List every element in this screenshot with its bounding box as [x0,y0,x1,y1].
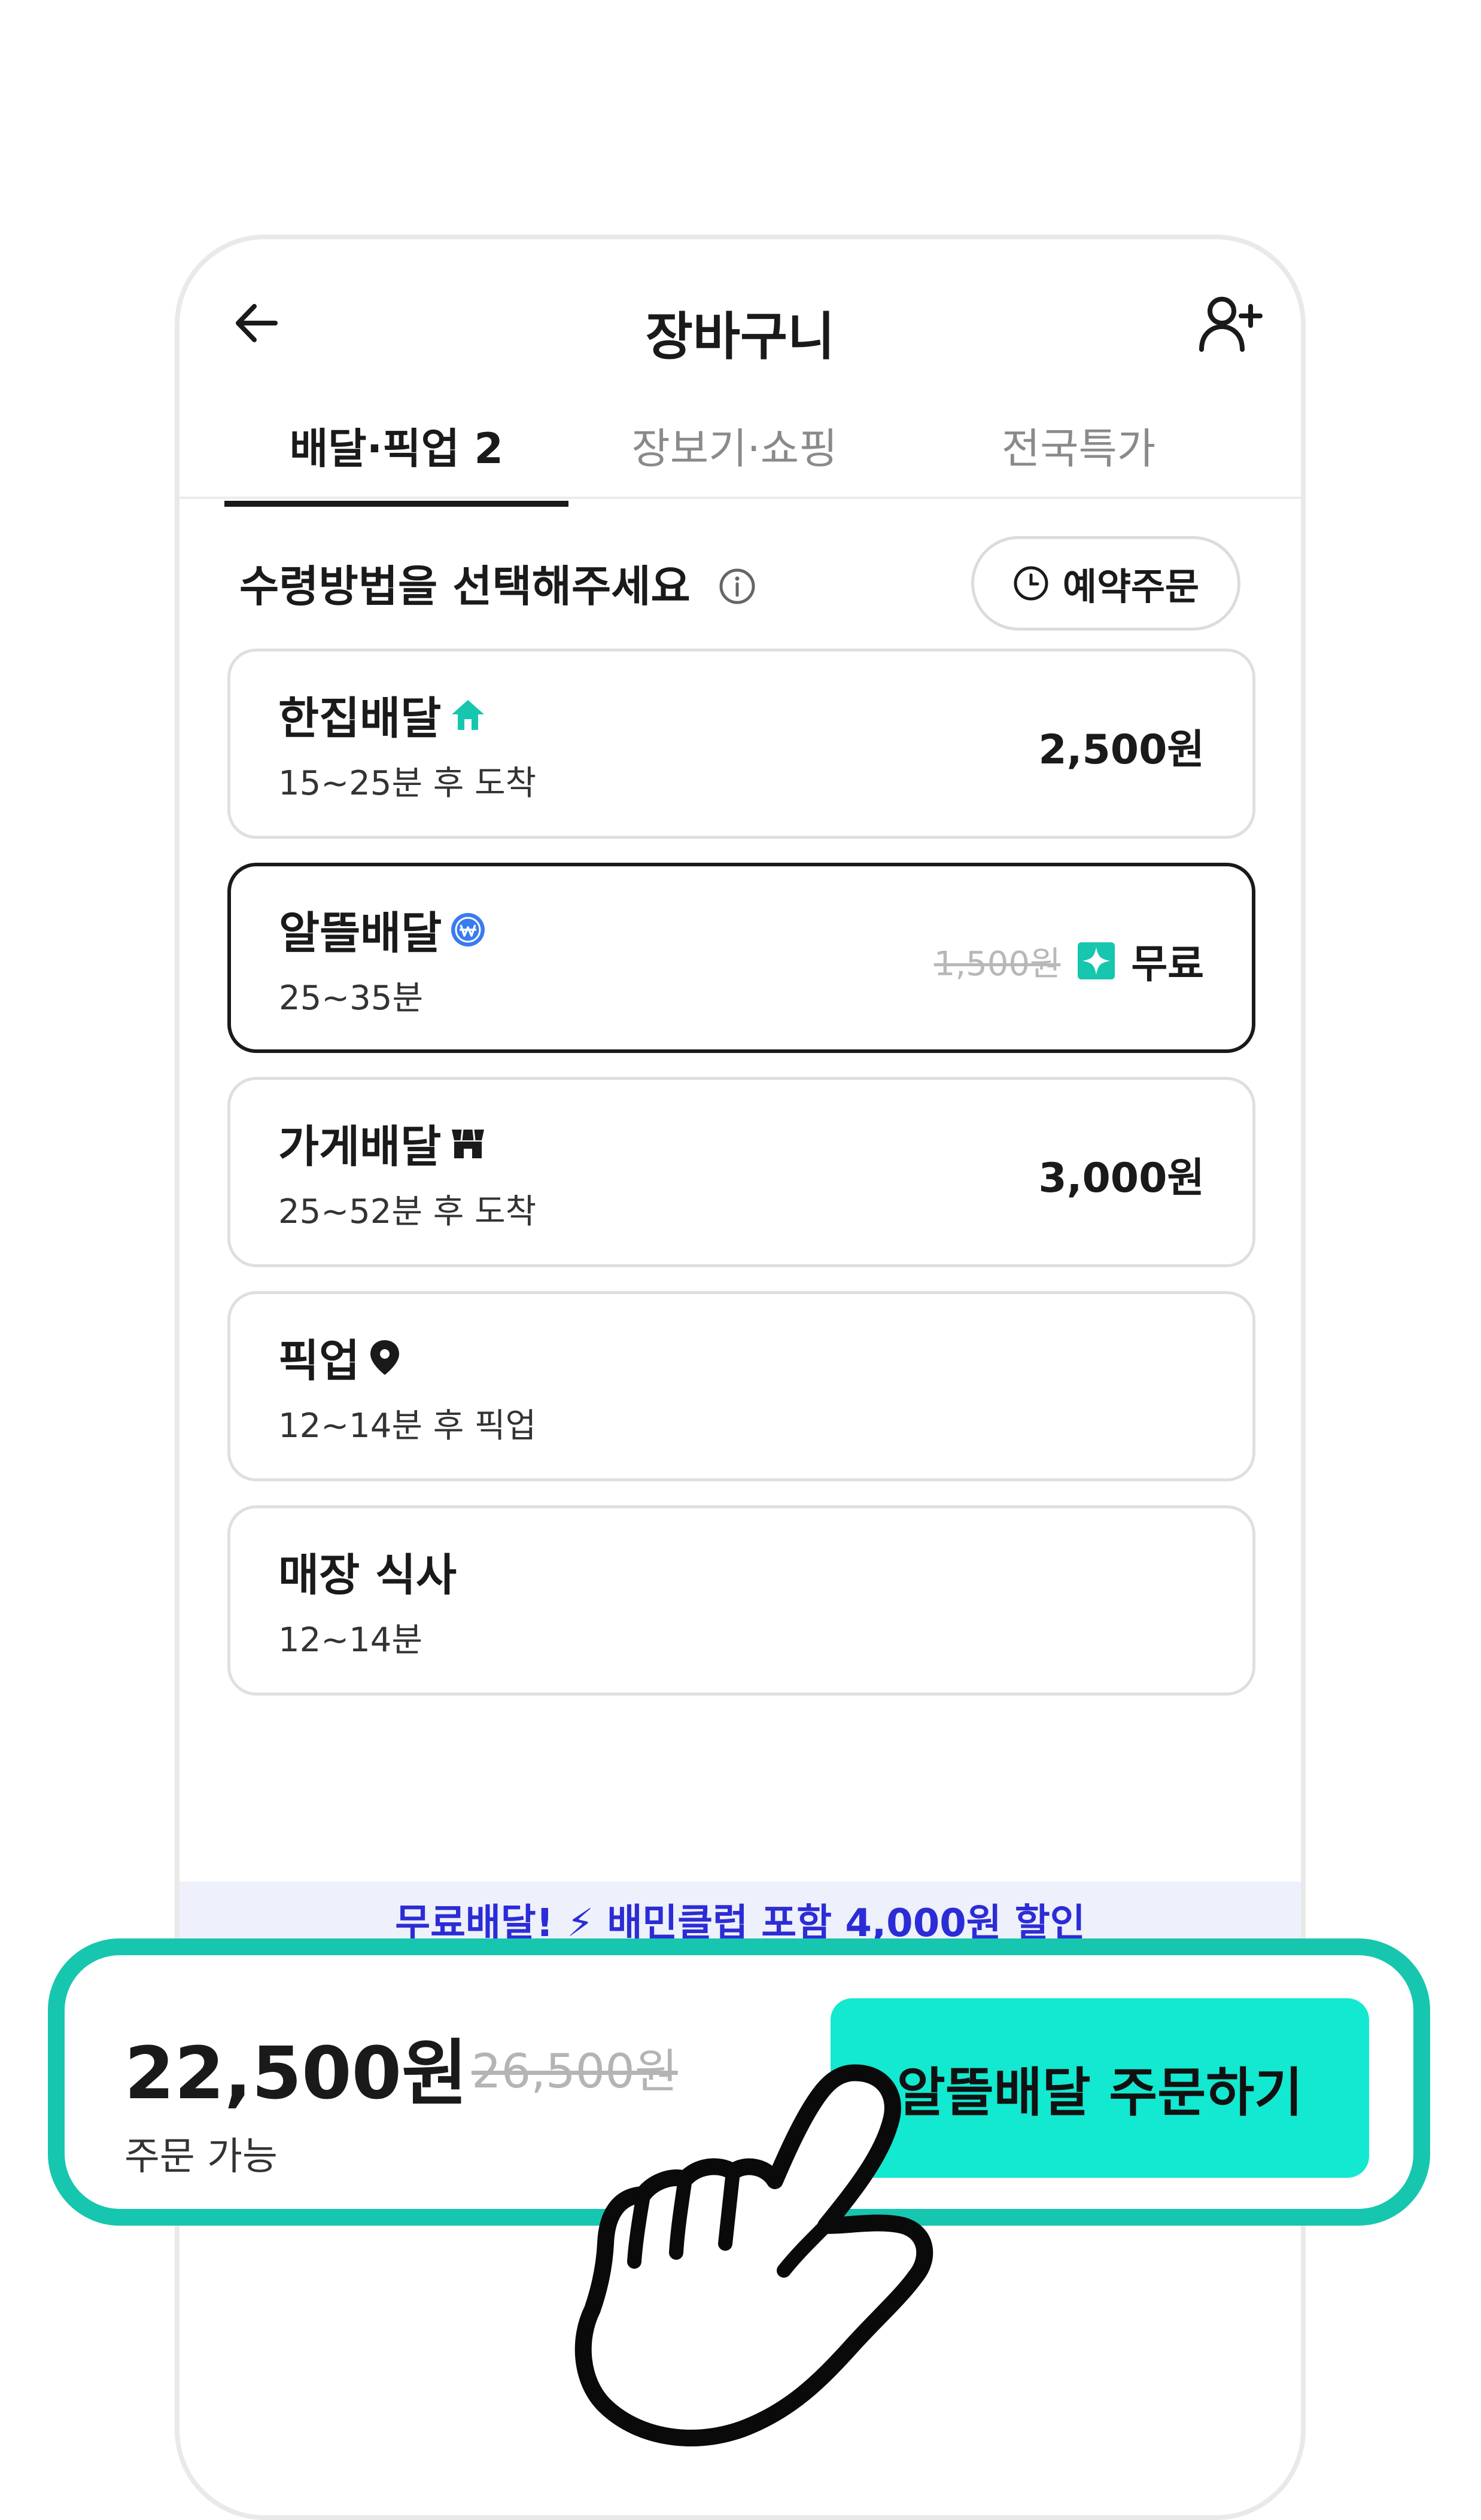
pointing-hand-icon [574,2064,933,2446]
option-name: 알뜰배달 [279,908,442,959]
tab-nationwide-deals[interactable]: 전국특가 [907,410,1251,497]
section-title: 수령방법을 선택해주세요 [239,561,691,611]
info-icon[interactable] [718,567,756,605]
order-total: 22,500원 [124,2032,468,2116]
option-title: 매장 식사 [278,1539,457,1603]
delivery-option-saver[interactable]: 알뜰배달 25~35분 1,500원 무료 [227,863,1255,1053]
option-time: 12~14분 후 픽업 [278,1407,537,1445]
location-pin-icon [370,1340,400,1375]
option-name: 픽업 [278,1335,360,1387]
option-name: 매장 식사 [278,1550,457,1601]
sparkle-badge-icon [1077,942,1115,979]
dine-in-option[interactable]: 매장 식사 12~14분 [227,1505,1255,1696]
add-user-icon[interactable] [1193,288,1265,360]
reserve-order-label: 예약주문 [1062,565,1200,608]
store-icon [452,1129,485,1158]
option-time: 25~35분 [279,979,423,1018]
option-price: 3,000원 [1038,1155,1205,1202]
option-title: 픽업 [278,1325,403,1389]
option-price: 무료 [1131,941,1204,987]
tab-delivery-pickup[interactable]: 배달·픽업 2 [224,410,568,497]
option-time: 25~52분 후 도착 [278,1192,537,1231]
house-icon [452,699,485,730]
option-price: 2,500원 [1038,726,1205,774]
page-title: 장바구니 [645,307,835,367]
option-title: 알뜰배달 [279,897,487,961]
option-name: 한집배달 [278,693,442,744]
header: 장바구니 [180,239,1301,377]
delivery-option-single[interactable]: 한집배달 15~25분 후 도착 2,500원 [227,649,1255,839]
option-original-price: 1,500원 [933,944,1061,984]
active-tab-indicator [224,501,568,507]
won-coin-icon [451,912,485,946]
tab-grocery-shopping[interactable]: 장보기·쇼핑 [562,410,907,497]
delivery-option-store[interactable]: 가게배달 25~52분 후 도착 3,000원 [227,1077,1255,1267]
order-status: 주문 가능 [124,2135,278,2179]
tab-bar: 배달·픽업 2 장보기·쇼핑 전국특가 [180,410,1301,499]
option-title: 가게배달 [278,1111,488,1175]
option-title: 한집배달 [278,683,488,747]
reserve-order-button[interactable]: 예약주문 [971,536,1240,631]
option-name: 가게배달 [278,1121,442,1173]
clock-icon [1014,566,1048,601]
option-time: 12~14분 [278,1621,422,1660]
pickup-option[interactable]: 픽업 12~14분 후 픽업 [227,1291,1255,1481]
option-price-group: 1,500원 무료 [934,932,1204,990]
option-time: 15~25분 후 도착 [278,764,537,803]
